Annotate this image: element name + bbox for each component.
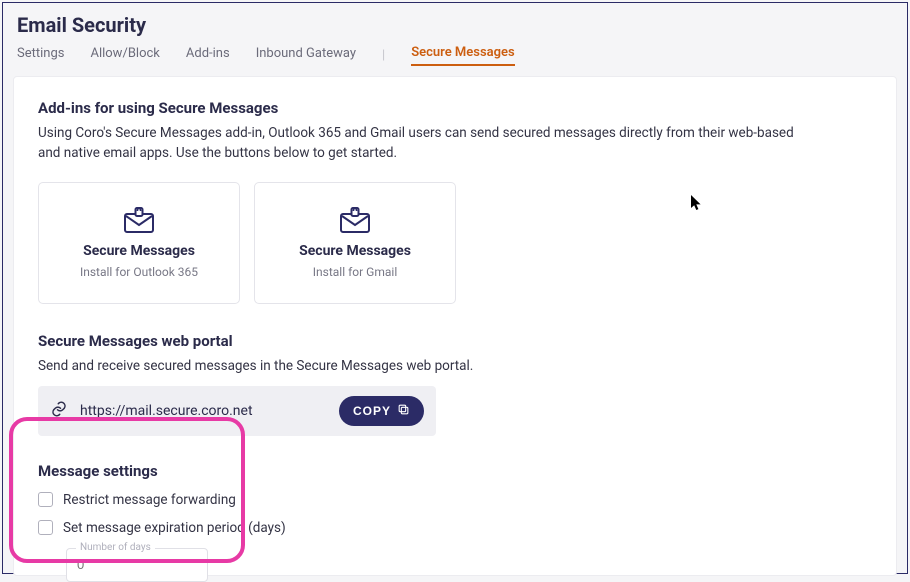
addin-outlook-title: Secure Messages: [83, 243, 195, 259]
addin-gmail-sub: Install for Gmail: [313, 265, 397, 279]
days-float-label: Number of days: [76, 542, 155, 553]
days-field: Number of days: [66, 548, 208, 582]
tabs: Settings Allow/Block Add-ins Inbound Gat…: [3, 45, 907, 76]
days-input[interactable]: [66, 548, 208, 582]
copy-button-label: COPY: [353, 404, 391, 418]
tab-allow-block[interactable]: Allow/Block: [90, 46, 159, 65]
portal-title: Secure Messages web portal: [38, 332, 872, 350]
tab-settings[interactable]: Settings: [17, 46, 64, 65]
addin-card-outlook[interactable]: Secure Messages Install for Outlook 365: [38, 182, 240, 304]
copy-icon: [397, 403, 410, 419]
addin-card-gmail[interactable]: Secure Messages Install for Gmail: [254, 182, 456, 304]
addin-outlook-sub: Install for Outlook 365: [80, 265, 198, 279]
tab-inbound-gateway[interactable]: Inbound Gateway: [256, 46, 356, 65]
restrict-row: Restrict message forwarding: [38, 492, 872, 508]
addins-desc: Using Coro's Secure Messages add-in, Out…: [38, 123, 798, 164]
addins-title: Add-ins for using Secure Messages: [38, 99, 872, 117]
link-icon: [50, 400, 68, 422]
page-title: Email Security: [3, 3, 907, 45]
settings-title: Message settings: [38, 462, 872, 480]
secure-mail-icon: [124, 207, 154, 237]
expire-checkbox[interactable]: [38, 520, 53, 535]
restrict-label: Restrict message forwarding: [63, 492, 236, 508]
copy-button[interactable]: COPY: [339, 396, 424, 426]
portal-desc: Send and receive secured messages in the…: [38, 356, 798, 376]
expire-label: Set message expiration period (days): [63, 520, 286, 536]
tab-secure-messages[interactable]: Secure Messages: [411, 45, 515, 66]
addin-cards-row: Secure Messages Install for Outlook 365 …: [38, 182, 872, 304]
portal-url-row: https://mail.secure.coro.net COPY: [38, 386, 436, 436]
app-frame: Email Security Settings Allow/Block Add-…: [2, 2, 908, 574]
message-settings: Message settings Restrict message forwar…: [38, 462, 872, 582]
tab-separator: |: [382, 48, 385, 63]
portal-url: https://mail.secure.coro.net: [80, 403, 327, 419]
restrict-checkbox[interactable]: [38, 492, 53, 507]
addin-gmail-title: Secure Messages: [299, 243, 411, 259]
tab-add-ins[interactable]: Add-ins: [186, 46, 230, 65]
secure-mail-icon: [340, 207, 370, 237]
content-card: Add-ins for using Secure Messages Using …: [13, 76, 897, 576]
expire-row: Set message expiration period (days): [38, 520, 872, 536]
